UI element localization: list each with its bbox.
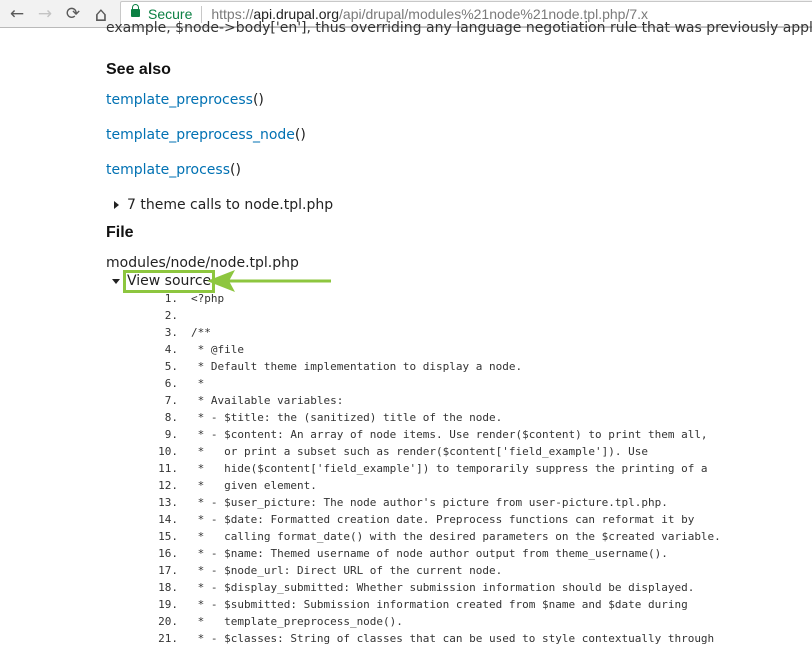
line-code: * Default theme implementation to displa…	[191, 360, 523, 373]
see-also-item: template_process()	[106, 162, 241, 178]
line-code: *	[191, 377, 205, 390]
code-line: 8. * - $title: the (sanitized) title of …	[150, 409, 812, 426]
code-line: 14. * - $date: Formatted creation date. …	[150, 511, 812, 528]
line-code: * - $node_url: Direct URL of the current…	[191, 564, 503, 577]
line-number: 15.	[158, 530, 178, 543]
line-number: 18.	[158, 581, 178, 594]
code-line: 7. * Available variables:	[150, 392, 812, 409]
line-code: * - $classes: String of classes that can…	[191, 632, 715, 645]
see-also-heading: See also	[106, 61, 171, 78]
code-line: 19. * - $submitted: Submission informati…	[150, 596, 812, 613]
source-code-listing: 1. <?php 2. 3./** 4. * @file 5. * Default the…	[150, 290, 812, 647]
arrow-right-icon: →	[37, 4, 53, 24]
line-code: * given element.	[191, 479, 317, 492]
code-line: 15. * calling format_date() with the des…	[150, 528, 812, 545]
expand-triangle-icon	[114, 201, 119, 209]
arrow-left-icon: ←	[9, 4, 25, 24]
line-number: 19.	[158, 598, 178, 611]
line-code: * - $title: the (sanitized) title of the…	[191, 411, 503, 424]
template-preprocess-node-link[interactable]: template_preprocess_node	[106, 127, 295, 143]
theme-calls-toggle[interactable]: 7 theme calls to node.tpl.php	[114, 197, 333, 213]
line-code: * - $user_picture: The node author's pic…	[191, 496, 668, 509]
code-line: 20. * template_preprocess_node().	[150, 613, 812, 630]
line-number: 3.	[164, 326, 178, 339]
line-code: * template_preprocess_node().	[191, 615, 403, 628]
back-button[interactable]: ←	[6, 3, 28, 25]
code-line: 21. * - $classes: String of classes that…	[150, 630, 812, 647]
template-preprocess-link[interactable]: template_preprocess	[106, 92, 253, 108]
line-code: * @file	[191, 343, 244, 356]
code-line: 16. * - $name: Themed username of node a…	[150, 545, 812, 562]
lock-icon	[131, 4, 140, 19]
line-code: * Available variables:	[191, 394, 344, 407]
line-number: 10.	[158, 445, 178, 458]
reload-icon: ⟳	[65, 4, 81, 24]
code-line: 3. /**	[150, 324, 812, 341]
line-number: 16.	[158, 547, 178, 560]
line-code: /**	[191, 326, 211, 339]
line-number: 20.	[158, 615, 178, 628]
see-also-item: template_preprocess()	[106, 92, 264, 108]
partial-text-line: example, $node->body['en'], thus overrid…	[106, 20, 812, 36]
code-line: 5. * Default theme implementation to dis…	[150, 358, 812, 375]
code-line: 1. <?php	[150, 290, 812, 307]
forward-button[interactable]: →	[34, 3, 56, 25]
code-line: 17. * - $node_url: Direct URL of the cur…	[150, 562, 812, 579]
line-code: * or print a subset such as render($cont…	[191, 445, 648, 458]
code-line: 6. *	[150, 375, 812, 392]
code-line: 10. * or print a subset such as render($…	[150, 443, 812, 460]
line-code: * - $date: Formatted creation date. Prep…	[191, 513, 695, 526]
line-number: 4.	[164, 343, 178, 356]
template-process-link[interactable]: template_process	[106, 162, 230, 178]
line-code: * - $display_submitted: Whether submissi…	[191, 581, 695, 594]
line-number: 17.	[158, 564, 178, 577]
line-number: 14.	[158, 513, 178, 526]
line-number: 9.	[164, 428, 178, 441]
line-code: * - $submitted: Submission information c…	[191, 598, 688, 611]
line-code: <?php	[191, 292, 225, 305]
line-code: * - $name: Themed username of node autho…	[191, 547, 668, 560]
see-also-item: template_preprocess_node()	[106, 127, 306, 143]
file-heading: File	[106, 224, 134, 241]
line-number: 5.	[164, 360, 178, 373]
line-number: 1.	[164, 292, 178, 305]
code-line: 2.	[150, 307, 812, 324]
code-line: 13. * - $user_picture: The node author's…	[150, 494, 812, 511]
theme-calls-label: 7 theme calls to node.tpl.php	[127, 197, 334, 213]
line-code: * calling format_date() with the desired…	[191, 530, 721, 543]
line-number: 11.	[158, 462, 178, 475]
line-number: 7.	[164, 394, 178, 407]
line-number: 2.	[164, 309, 178, 322]
code-line: 4. * @file	[150, 341, 812, 358]
code-line: 18. * - $display_submitted: Whether subm…	[150, 579, 812, 596]
line-number: 12.	[158, 479, 178, 492]
code-line: 11. * hide($content['field_example']) to…	[150, 460, 812, 477]
line-code: * - $content: An array of node items. Us…	[191, 428, 708, 441]
line-number: 21.	[158, 632, 178, 645]
line-number: 8.	[164, 411, 178, 424]
collapse-triangle-icon	[112, 279, 120, 284]
reload-button[interactable]: ⟳	[62, 3, 84, 25]
line-number: 6.	[164, 377, 178, 390]
code-line: 9. * - $content: An array of node items.…	[150, 426, 812, 443]
code-line: 12. * given element.	[150, 477, 812, 494]
line-code: * hide($content['field_example']) to tem…	[191, 462, 708, 475]
line-number: 13.	[158, 496, 178, 509]
